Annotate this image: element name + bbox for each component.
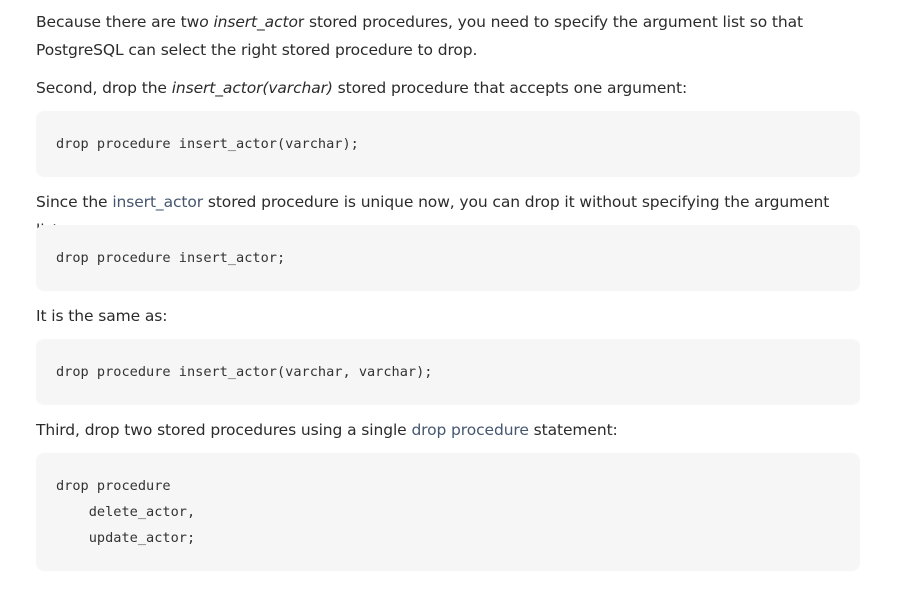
code-block-drop-no-args[interactable]: drop procedure insert_actor; [36,225,860,291]
code-block-drop-one-arg[interactable]: drop procedure insert_actor(varchar); [36,111,860,177]
text: PostgreSQL can select the right stored p… [36,41,478,59]
text: r stored procedures, you need to specify… [297,13,803,31]
paragraph-third-step: Third, drop two stored procedures using … [36,416,618,444]
paragraph-argument-list: Because there are two insert_actor store… [36,8,803,64]
code-line: drop procedure insert_actor; [56,250,286,266]
paragraph-same-as: It is the same as: [36,302,167,330]
code-line: drop procedure [56,478,171,494]
paragraph-second-step: Second, drop the insert_actor(varchar) s… [36,74,687,102]
emphasis-insert-actor-varchar: insert_actor(varchar) [171,79,333,97]
code-block-drop-two-args[interactable]: drop procedure insert_actor(varchar, var… [36,339,860,405]
code-line: delete_actor, [56,504,196,520]
text: Because there are tw [36,13,200,31]
text: Since the [36,193,113,211]
inline-code-insert-actor: insert_actor [112,193,204,211]
code-line: drop procedure insert_actor(varchar); [56,136,359,152]
code-line: update_actor; [56,530,196,546]
emphasis-insert-actor: o insert_acto [199,13,298,31]
text: statement: [528,421,618,439]
text: Third, drop two stored procedures using … [36,421,412,439]
text: Second, drop the [36,79,172,97]
text: It is the same as: [36,307,168,325]
code-line: drop procedure insert_actor(varchar, var… [56,364,433,380]
text: stored procedure that accepts one argume… [332,79,688,97]
code-block-drop-multiple[interactable]: drop procedure delete_actor, update_acto… [36,453,860,571]
inline-code-drop-procedure: drop procedure [411,421,529,439]
